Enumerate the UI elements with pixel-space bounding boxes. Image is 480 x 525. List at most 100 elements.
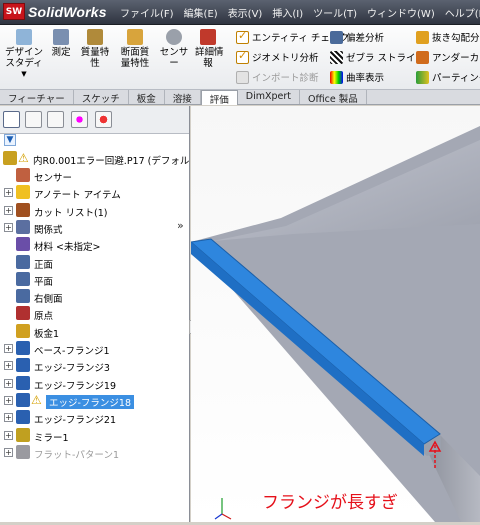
app-name: SolidWorks — [28, 3, 107, 20]
measure-button[interactable]: 測定 — [48, 29, 74, 58]
draft-analysis-button[interactable]: 抜き勾配分 — [416, 30, 480, 44]
design-study-icon — [16, 29, 32, 45]
feature-manager-tab[interactable] — [3, 111, 20, 128]
tree-item[interactable]: 正面 — [0, 254, 190, 271]
tree-item[interactable]: + 関係式 — [0, 219, 190, 236]
deviation-analysis-icon — [330, 30, 343, 44]
display-manager-tab[interactable] — [95, 111, 112, 128]
scale-icon — [87, 29, 103, 45]
property-manager-tab[interactable] — [25, 111, 42, 128]
expand-toggle[interactable]: + — [4, 413, 13, 423]
flat-pattern-icon — [16, 444, 30, 459]
tree-item[interactable]: + ミラー1 — [0, 427, 190, 444]
section-properties-button[interactable]: 断面質 量特性 — [116, 29, 154, 69]
checkbox-icon — [236, 49, 249, 64]
tab-sheet-metal[interactable]: 板金 — [129, 90, 165, 105]
tree-item[interactable]: 原点 — [0, 305, 190, 322]
annotation-text: フランジが長すぎ — [262, 493, 398, 513]
graphics-area[interactable] — [189, 106, 480, 522]
expand-toggle[interactable]: + — [4, 430, 13, 440]
origin-icon — [16, 306, 30, 321]
sensor-icon — [166, 29, 182, 45]
tree-item-label: 正面 — [34, 259, 54, 271]
tree-item[interactable]: + カット リスト(1) — [0, 202, 190, 219]
triad-x-axis — [221, 513, 232, 520]
tree-root[interactable]: ⚠ 内R0.001エラー回避.P17 (デフォル — [0, 150, 190, 167]
tree-item-label: フラット-パターン1 — [34, 449, 119, 461]
tab-dimxpert[interactable]: DimXpert — [238, 90, 301, 104]
edge-flange-icon — [16, 375, 30, 390]
tree-item[interactable]: センサー — [0, 167, 190, 184]
tree-item[interactable]: 材料 <未指定> — [0, 236, 190, 253]
tree-item-label: 板金1 — [34, 328, 60, 340]
tree-item-label: エッジ-フランジ18 — [46, 394, 135, 409]
tab-sketch[interactable]: スケッチ — [74, 90, 129, 105]
sensor-button[interactable]: センサー — [158, 29, 190, 69]
tree-item-label: エッジ-フランジ21 — [34, 415, 117, 427]
measure-icon — [53, 29, 69, 45]
command-tabs: フィーチャー スケッチ 板金 溶接 評価 DimXpert Office 製品 — [0, 90, 480, 106]
deviation-analysis-button[interactable]: 偏差分析 — [330, 30, 384, 44]
menu-tools[interactable]: ツール(T) — [308, 5, 362, 20]
menu-file[interactable]: ファイル(F) — [115, 5, 179, 20]
geometry-analysis-button[interactable]: ジオメトリ分析 — [236, 49, 319, 64]
tree-item[interactable]: 板金1 — [0, 323, 190, 340]
tab-features[interactable]: フィーチャー — [0, 90, 74, 105]
model-view — [189, 126, 480, 522]
command-manager: デザイン スタディ ▼ 測定 質量特 性 断面質 量特性 センサー 詳細情 報 … — [0, 25, 480, 90]
expand-toggle[interactable]: + — [4, 205, 13, 215]
app-logo[interactable]: SW SolidWorks — [3, 3, 107, 20]
import-diagnosis-button[interactable]: インポート診断 — [236, 70, 319, 84]
section-properties-icon — [127, 29, 143, 45]
menu-help[interactable]: ヘルプ(H) — [440, 5, 480, 20]
tree-item-label: 材料 <未指定> — [34, 242, 101, 254]
expand-toggle[interactable]: + — [4, 395, 13, 405]
plane-icon — [16, 289, 30, 304]
mass-properties-button[interactable]: 質量特 性 — [78, 29, 112, 69]
zebra-stripes-button[interactable]: ゼブラ ストライプ — [330, 50, 425, 64]
feature-manager-pane: » ▼ ⚠ 内R0.001エラー回避.P17 (デフォル センサー + アノテート … — [0, 106, 190, 522]
tree-item[interactable]: + エッジ-フランジ21 — [0, 409, 190, 426]
tree-item-label: エッジ-フランジ3 — [34, 363, 110, 375]
undercut-button[interactable]: アンダーカット — [416, 50, 480, 64]
tree-item[interactable]: 右側面 — [0, 288, 190, 305]
expand-toggle[interactable]: + — [4, 188, 13, 198]
expand-toggle[interactable]: + — [4, 344, 13, 353]
tree-item[interactable]: 平面 — [0, 271, 190, 288]
edge-flange-icon — [16, 392, 30, 407]
tree-item[interactable]: + アノテート アイテム — [0, 184, 190, 201]
parting-line-button[interactable]: パーティング — [416, 70, 480, 84]
tree-item[interactable]: + エッジ-フランジ19 — [0, 375, 190, 392]
parting-line-icon — [416, 70, 429, 84]
dimxpert-manager-tab[interactable] — [71, 111, 88, 128]
zebra-stripes-icon — [330, 50, 343, 64]
tab-evaluate[interactable]: 評価 — [200, 90, 238, 106]
expand-toggle[interactable]: + — [4, 378, 13, 388]
menu-view[interactable]: 表示(V) — [223, 5, 268, 20]
tab-office[interactable]: Office 製品 — [300, 90, 367, 105]
tree-item[interactable]: + フラット-パターン1 — [0, 444, 190, 461]
detail-info-button[interactable]: 詳細情 報 — [195, 29, 224, 69]
part-icon — [3, 151, 17, 165]
sheet-metal-icon — [16, 323, 30, 338]
tree-item[interactable]: + ⚠ エッジ-フランジ18 — [0, 392, 190, 409]
menu-window[interactable]: ウィンドウ(W) — [362, 5, 440, 20]
tree-item-label: カット リスト(1) — [34, 207, 108, 219]
filter-icon[interactable]: ▼ — [4, 134, 16, 146]
tree-item[interactable]: + エッジ-フランジ3 — [0, 357, 190, 374]
design-study-button[interactable]: デザイン スタディ ▼ — [4, 29, 44, 80]
configuration-manager-tab[interactable] — [47, 111, 64, 128]
filter-row: ▼ — [0, 134, 189, 148]
menu-edit[interactable]: 編集(E) — [179, 5, 223, 20]
tab-weldments[interactable]: 溶接 — [165, 90, 201, 105]
curvature-button[interactable]: 曲率表示 — [330, 70, 384, 84]
triad-z-axis — [214, 513, 223, 520]
expand-toggle[interactable]: + — [4, 447, 13, 457]
tree-item[interactable]: + ベース-フランジ1 — [0, 340, 190, 357]
tree-item-label: 右側面 — [34, 294, 63, 306]
expand-toggle[interactable]: + — [4, 361, 13, 371]
expand-toggle[interactable]: + — [4, 222, 13, 232]
menu-insert[interactable]: 挿入(I) — [267, 5, 308, 20]
plane-icon — [16, 271, 30, 286]
mirror-icon — [16, 427, 30, 442]
